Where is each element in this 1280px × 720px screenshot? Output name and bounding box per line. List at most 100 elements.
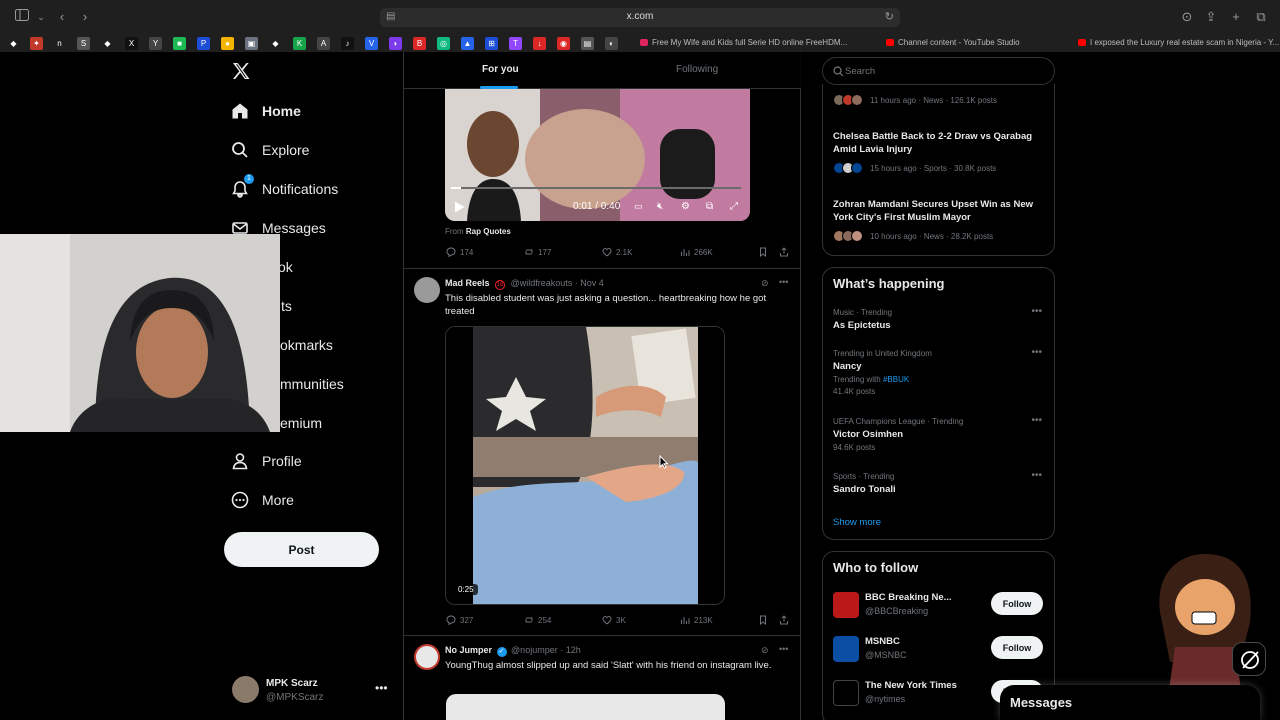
tab-following[interactable]: Following <box>676 64 718 75</box>
more-dots-icon[interactable]: ••• <box>779 644 788 654</box>
bookmark-icon[interactable]: ◆ <box>269 37 282 50</box>
video-player[interactable] <box>445 326 725 605</box>
bookmark-icon[interactable] <box>758 615 772 625</box>
bookmark-icon[interactable] <box>758 247 772 257</box>
browser-tab[interactable]: I exposed the Luxury real estate scam in… <box>1078 38 1279 47</box>
trend-item[interactable]: Trending in United Kingdom Nancy Trendin… <box>833 347 1048 396</box>
bookmark-icon[interactable]: n <box>53 37 66 50</box>
bookmark-icon[interactable]: V <box>365 37 378 50</box>
messages-drawer[interactable]: Messages <box>1000 685 1260 720</box>
settings-gear-icon[interactable]: ⚙ <box>681 201 690 212</box>
follow-suggestion[interactable]: BBC Breaking Ne... @BBCBreaking Follow <box>833 590 1048 624</box>
bookmark-icon[interactable]: ◆ <box>7 37 20 50</box>
tab-overview-icon[interactable]: ⧉ <box>1253 9 1269 25</box>
follow-suggestion[interactable]: MSNBC @MSNBC Follow <box>833 634 1048 668</box>
captions-icon[interactable]: ▭ <box>634 201 643 212</box>
author-name[interactable]: Mad Reels <box>445 278 490 288</box>
fullscreen-icon[interactable]: ⤢ <box>730 201 738 212</box>
share-icon[interactable]: ⇪ <box>1203 9 1219 25</box>
like-button[interactable]: 3K <box>602 615 626 625</box>
bookmark-icon[interactable]: ♪ <box>341 37 354 50</box>
trend-item[interactable]: Sports · Trending Sandro Tonali ••• <box>833 470 1048 495</box>
reply-button[interactable]: 327 <box>446 615 473 625</box>
bookmark-icon[interactable]: ✦ <box>30 37 43 50</box>
volume-icon[interactable]: 🔇︎ <box>657 201 663 212</box>
bookmark-icon[interactable]: ● <box>221 37 234 50</box>
nav-notifications[interactable]: 1 Notifications <box>230 174 338 204</box>
search-input[interactable]: Search <box>822 57 1055 85</box>
more-dots-icon[interactable]: ••• <box>1031 415 1042 426</box>
trend-item[interactable]: UEFA Champions League · Trending Victor … <box>833 415 1048 452</box>
download-icon[interactable]: ⊙ <box>1179 9 1195 25</box>
account-switcher[interactable]: MPK Scarz @MPKScarz ••• <box>232 674 392 706</box>
bookmark-icon[interactable]: Y <box>149 37 162 50</box>
follow-button[interactable]: Follow <box>991 592 1043 615</box>
news-item[interactable]: Chelsea Battle Back to 2-2 Draw vs Qarab… <box>833 130 1048 176</box>
follow-button[interactable]: Follow <box>991 636 1043 659</box>
avatar[interactable] <box>414 277 440 303</box>
nav-bookmarks[interactable]: okmarks <box>280 330 333 360</box>
chevron-down-icon[interactable]: ⌄ <box>33 9 49 25</box>
news-item[interactable]: Zohran Mamdani Secures Upset Win as New … <box>833 198 1048 244</box>
repost-button[interactable]: 254 <box>524 615 551 625</box>
bookmark-icon[interactable]: ◐ <box>605 37 618 50</box>
more-dots-icon[interactable]: ••• <box>1031 470 1042 481</box>
more-dots-icon[interactable]: ••• <box>1031 347 1042 358</box>
nav-grok[interactable]: ok <box>278 252 293 282</box>
news-item[interactable]: 11 hours ago · News · 126.1K posts <box>833 94 1048 108</box>
post-button[interactable]: Post <box>224 532 379 567</box>
share-icon[interactable] <box>779 247 793 257</box>
bookmark-icon[interactable]: ▣ <box>245 37 258 50</box>
more-dots-icon[interactable]: ••• <box>779 277 788 287</box>
forward-icon[interactable]: › <box>77 9 93 25</box>
views-button[interactable]: 213K <box>680 615 713 625</box>
author-meta[interactable]: @nojumper · 12h <box>511 645 581 655</box>
media-preview[interactable] <box>446 694 725 720</box>
bookmark-icon[interactable]: ▲ <box>461 37 474 50</box>
bookmark-icon[interactable]: A <box>317 37 330 50</box>
bookmark-icon[interactable]: ◉ <box>557 37 570 50</box>
new-tab-icon[interactable]: + <box>1228 9 1244 25</box>
bookmark-icon[interactable]: ▤ <box>581 37 594 50</box>
from-account[interactable]: Rap Quotes <box>466 227 511 236</box>
bookmark-icon[interactable]: P <box>197 37 210 50</box>
tab-for-you[interactable]: For you <box>482 64 519 75</box>
nav-profile[interactable]: Profile <box>230 446 302 476</box>
nav-lists[interactable]: ts <box>281 291 292 321</box>
picture-in-picture-icon[interactable]: ⧉ <box>706 201 713 212</box>
like-button[interactable]: 2.1K <box>602 247 632 257</box>
views-button[interactable]: 266K <box>680 247 713 257</box>
share-icon[interactable] <box>779 615 793 625</box>
bookmark-icon[interactable]: S <box>77 37 90 50</box>
bookmark-icon[interactable]: ◎ <box>437 37 450 50</box>
repost-button[interactable]: 177 <box>524 247 551 257</box>
nav-communities[interactable]: mmunities <box>280 369 344 399</box>
bookmark-icon[interactable]: ↓ <box>533 37 546 50</box>
author-name[interactable]: No Jumper <box>445 645 492 655</box>
nav-explore[interactable]: Explore <box>230 135 309 165</box>
play-icon[interactable] <box>454 201 465 216</box>
browser-tab[interactable]: Channel content - YouTube Studio <box>886 38 1020 47</box>
nav-more[interactable]: More <box>230 485 294 515</box>
back-icon[interactable]: ‹ <box>54 9 70 25</box>
x-logo-icon[interactable] <box>231 61 251 81</box>
trend-hashtag[interactable]: #BBUK <box>883 375 909 384</box>
bookmark-icon[interactable]: K <box>293 37 306 50</box>
reply-button[interactable]: 174 <box>446 247 473 257</box>
bookmark-icon[interactable]: ⊞ <box>485 37 498 50</box>
grok-icon[interactable]: ⊘ <box>761 278 769 289</box>
bookmark-icon[interactable]: X <box>125 37 138 50</box>
show-more-link[interactable]: Show more <box>833 517 881 528</box>
trend-item[interactable]: Music · Trending As Epictetus ••• <box>833 306 1048 331</box>
nav-premium[interactable]: emium <box>280 408 322 438</box>
bookmark-icon[interactable]: T <box>509 37 522 50</box>
grok-icon[interactable] <box>1232 642 1266 676</box>
browser-tab[interactable]: Free My Wife and Kids full Serie HD onli… <box>640 38 847 47</box>
reload-icon[interactable]: ↻ <box>885 10 894 23</box>
avatar[interactable] <box>414 644 440 670</box>
bookmark-icon[interactable]: ◆ <box>101 37 114 50</box>
more-dots-icon[interactable]: ••• <box>375 681 388 695</box>
nav-home[interactable]: Home <box>230 96 301 126</box>
address-bar[interactable]: ▤ x.com ↻ <box>380 8 900 27</box>
bookmark-icon[interactable]: B <box>413 37 426 50</box>
